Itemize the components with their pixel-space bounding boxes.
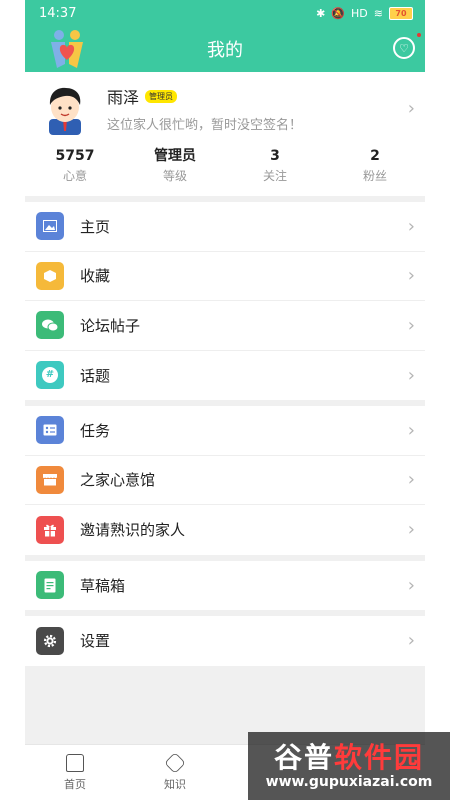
store-icon bbox=[36, 465, 64, 494]
menu-group-1: 主页 › 收藏 › 论坛帖子 › # 话题 › bbox=[25, 202, 425, 400]
chevron-right-icon: › bbox=[407, 98, 415, 119]
menu-item-label: 主页 bbox=[80, 217, 111, 236]
menu-item-label: 之家心意馆 bbox=[80, 471, 156, 490]
box-icon bbox=[36, 261, 64, 290]
profile-info: 雨泽 管理员 这位家人很忙哟，暂时没空签名！ bbox=[107, 84, 302, 133]
avatar bbox=[49, 87, 81, 135]
menu-item-settings[interactable]: 设置 › bbox=[25, 616, 425, 666]
stat-value: 5757 bbox=[55, 148, 95, 164]
watermark: 谷普软件园 www.gupuxiazai.com bbox=[248, 732, 450, 800]
hashtag-icon: # bbox=[36, 361, 64, 390]
stat-following[interactable]: 3 关注 bbox=[225, 145, 325, 192]
menu-item-invite-family[interactable]: 邀请熟识的家人 › bbox=[25, 505, 425, 555]
signature: 这位家人很忙哟，暂时没空签名！ bbox=[107, 118, 303, 133]
stat-value: 2 bbox=[370, 148, 380, 164]
menu-item-favorites[interactable]: 收藏 › bbox=[25, 252, 425, 301]
gear-icon bbox=[36, 626, 64, 655]
stats-row: 5757 心意 管理员 等级 3 关注 2 粉丝 bbox=[25, 145, 425, 196]
stat-level[interactable]: 管理员 等级 bbox=[125, 145, 225, 192]
task-icon bbox=[36, 416, 64, 445]
chevron-right-icon: › bbox=[407, 519, 415, 541]
nav-knowledge[interactable]: 知识 bbox=[125, 745, 225, 800]
menu-item-gift-shop[interactable]: 之家心意馆 › bbox=[25, 456, 425, 505]
heart-icon[interactable]: ♡ bbox=[393, 37, 415, 59]
menu-item-label: 草稿箱 bbox=[80, 576, 126, 595]
chevron-right-icon: › bbox=[407, 314, 415, 336]
nav-label: 知识 bbox=[164, 777, 186, 791]
page-title: 我的 bbox=[207, 40, 243, 61]
stat-value: 3 bbox=[270, 148, 280, 164]
gift-icon bbox=[36, 515, 64, 544]
profile-card[interactable]: 雨泽 管理员 这位家人很忙哟，暂时没空签名！ › bbox=[25, 72, 425, 145]
stat-followers[interactable]: 2 粉丝 bbox=[325, 145, 425, 192]
network-label: HD bbox=[351, 6, 368, 20]
menu-item-homepage[interactable]: 主页 › bbox=[25, 202, 425, 252]
menu-group-2: 任务 › 之家心意馆 › 邀请熟识的家人 › bbox=[25, 406, 425, 555]
stat-label: 关注 bbox=[262, 169, 287, 183]
menu-group-4: 设置 › bbox=[25, 616, 425, 666]
chevron-right-icon: › bbox=[407, 364, 415, 386]
chevron-right-icon: › bbox=[407, 469, 415, 491]
menu-item-label: 邀请熟识的家人 bbox=[80, 521, 186, 540]
menu-item-label: 设置 bbox=[80, 632, 111, 651]
status-bar: 14:37 ✱ 🔕 HD ≋ 70 bbox=[25, 0, 425, 26]
username: 雨泽 bbox=[107, 88, 140, 107]
name-row: 雨泽 管理员 bbox=[107, 84, 302, 108]
status-icons: ✱ 🔕 HD ≋ 70 bbox=[316, 6, 413, 20]
chevron-right-icon: › bbox=[407, 419, 415, 441]
stat-value: 管理员 bbox=[154, 148, 196, 164]
menu-item-label: 话题 bbox=[80, 366, 111, 385]
stat-label: 粉丝 bbox=[362, 169, 387, 183]
stat-hearts[interactable]: 5757 心意 bbox=[25, 145, 125, 192]
nav-home[interactable]: 首页 bbox=[25, 745, 125, 800]
notification-dot bbox=[417, 33, 421, 37]
stat-label: 等级 bbox=[162, 169, 187, 183]
image-icon bbox=[36, 212, 64, 241]
menu-item-forum-posts[interactable]: 论坛帖子 › bbox=[25, 301, 425, 351]
menu-item-drafts[interactable]: 草稿箱 › bbox=[25, 561, 425, 611]
app-header: 我的 ♡ bbox=[25, 26, 425, 72]
phone-screen: 14:37 ✱ 🔕 HD ≋ 70 我的 ♡ 雨泽 管理员 这位家人很忙哟，暂时… bbox=[25, 0, 425, 800]
mute-icon: 🔕 bbox=[331, 6, 346, 20]
menu-item-label: 收藏 bbox=[80, 267, 111, 286]
draft-icon bbox=[36, 571, 64, 600]
bluetooth-icon: ✱ bbox=[316, 6, 326, 20]
menu-item-label: 任务 bbox=[80, 421, 111, 440]
menu-group-3: 草稿箱 › bbox=[25, 560, 425, 611]
app-logo-icon bbox=[51, 30, 83, 68]
menu-item-tasks[interactable]: 任务 › bbox=[25, 406, 425, 456]
knowledge-icon bbox=[164, 751, 186, 774]
watermark-url: www.gupuxiazai.com bbox=[265, 774, 433, 790]
nav-label: 首页 bbox=[64, 777, 86, 791]
chat-icon bbox=[36, 311, 64, 340]
chevron-right-icon: › bbox=[407, 630, 415, 652]
wifi-icon: ≋ bbox=[373, 6, 383, 20]
menu-item-label: 论坛帖子 bbox=[80, 316, 141, 335]
chevron-right-icon: › bbox=[407, 215, 415, 237]
chevron-right-icon: › bbox=[407, 574, 415, 596]
menu-item-topics[interactable]: # 话题 › bbox=[25, 351, 425, 401]
role-badge: 管理员 bbox=[145, 89, 178, 103]
chevron-right-icon: › bbox=[407, 265, 415, 287]
stat-label: 心意 bbox=[62, 169, 87, 183]
status-time: 14:37 bbox=[39, 5, 77, 21]
home-icon bbox=[66, 753, 84, 772]
battery-icon: 70 bbox=[389, 6, 413, 20]
watermark-title: 谷普软件园 bbox=[273, 741, 425, 774]
